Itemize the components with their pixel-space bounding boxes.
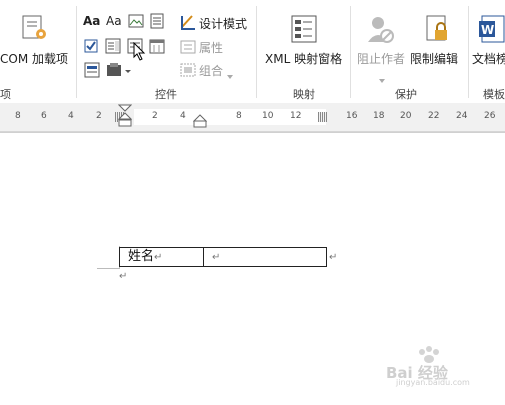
group-button[interactable]: 组合 <box>199 62 223 79</box>
xml-mapping-pane-button[interactable]: XML 映射窗格 <box>265 50 342 67</box>
ruler-number: 6 <box>41 111 47 121</box>
name-table[interactable]: 姓名↵ ↵ <box>119 247 327 267</box>
word-document-icon[interactable]: W <box>478 14 505 44</box>
ruler-number: 4 <box>68 111 74 121</box>
separator <box>468 6 469 98</box>
svg-text:W: W <box>481 23 494 37</box>
ruler-number: 20 <box>400 111 412 121</box>
ruler-number: 8 <box>236 111 242 121</box>
chevron-down-icon <box>378 69 386 83</box>
cell-end-mark: ↵ <box>212 252 221 263</box>
hanging-indent-marker-icon[interactable] <box>117 104 133 132</box>
paragraph-mark: ↵ <box>119 271 128 282</box>
mapping-group-label: 映射 <box>293 88 315 101</box>
table-cell-name-label[interactable]: 姓名↵ <box>120 248 204 266</box>
ruler-number: 24 <box>456 111 468 121</box>
design-mode-icon[interactable] <box>180 14 196 30</box>
legacy-tools-icon[interactable] <box>106 62 132 78</box>
plain-text-control-button[interactable]: Aa <box>106 14 122 28</box>
separator <box>350 6 351 98</box>
xml-mapping-pane-icon[interactable] <box>289 14 319 44</box>
ruler-number: 22 <box>428 111 440 121</box>
restrict-editing-icon[interactable] <box>421 14 451 44</box>
mouse-cursor-icon <box>133 41 147 62</box>
ruler-number: 18 <box>373 111 385 121</box>
restrict-editing-button[interactable]: 限制编辑 <box>410 50 458 67</box>
group-label-left: 项 <box>0 88 11 101</box>
tab-stop-marker-icon[interactable] <box>192 113 208 128</box>
com-addin-icon[interactable] <box>20 14 48 42</box>
com-addin-button[interactable]: COM 加载项 <box>0 50 68 67</box>
ruler-number: 26 <box>484 111 496 121</box>
block-authors-icon[interactable] <box>365 14 395 44</box>
separator <box>256 6 257 98</box>
ruler-number: 2 <box>96 111 102 121</box>
cell-end-mark: ↵ <box>154 252 163 263</box>
picture-control-icon[interactable] <box>128 13 144 29</box>
repeating-section-icon[interactable] <box>84 62 100 78</box>
properties-button[interactable]: 属性 <box>199 39 223 56</box>
ruler-number: 16 <box>346 111 358 121</box>
chevron-down-icon <box>226 65 234 79</box>
ruler-number: 10 <box>262 111 274 121</box>
rich-text-control-button[interactable]: Aa <box>83 14 100 28</box>
ribbon: COM 加载项 项 Aa Aa 设计模式 属性 组合 控件 XML 映射窗格 映… <box>0 0 505 104</box>
building-block-icon[interactable] <box>149 13 165 29</box>
block-authors-button[interactable]: 阻止作者 <box>357 50 405 67</box>
name-label-text: 姓名 <box>128 249 155 264</box>
design-mode-button[interactable]: 设计模式 <box>199 15 247 32</box>
separator <box>76 6 77 98</box>
row-end-mark: ↵ <box>329 252 338 263</box>
watermark-subtext: jingyan.baidu.com <box>396 378 470 387</box>
document-template-button[interactable]: 文档榜 <box>472 50 505 67</box>
combo-box-icon[interactable] <box>105 38 121 54</box>
properties-icon[interactable] <box>180 39 196 54</box>
checkbox-control-icon[interactable] <box>84 38 98 53</box>
date-picker-icon[interactable] <box>149 38 165 54</box>
column-marker-icon[interactable] <box>318 112 328 122</box>
ruler-number: 12 <box>290 111 302 121</box>
template-group-label: 模板 <box>483 88 505 101</box>
table-cell-name-value[interactable]: ↵ <box>204 248 326 266</box>
margin-corner-mark <box>97 246 120 269</box>
ruler-number: 2 <box>152 111 158 121</box>
baidu-jingyan-watermark: Bai 经验 jingyan.baidu.com <box>382 342 494 388</box>
horizontal-ruler[interactable]: 8 6 4 2 2 4 8 10 12 16 18 20 22 24 26 <box>0 103 505 132</box>
ruler-number: 8 <box>15 111 21 121</box>
protect-group-label: 保护 <box>395 88 417 101</box>
group-icon[interactable] <box>180 62 196 77</box>
ruler-number: 4 <box>180 111 186 121</box>
controls-group-label: 控件 <box>155 88 177 101</box>
